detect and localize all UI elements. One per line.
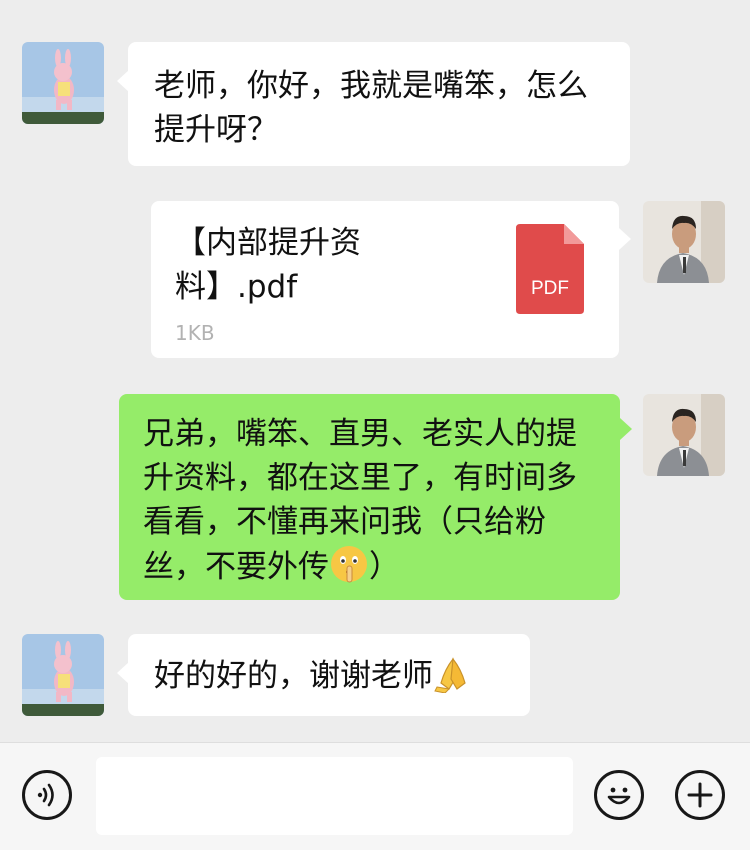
message-bubble-incoming[interactable]: 好的好的，谢谢老师 (128, 634, 530, 716)
file-message-card[interactable]: 【内部提升资料】.pdf 1KB PDF (151, 201, 619, 358)
pdf-badge-label: PDF (531, 278, 569, 299)
message-text-end: ） (369, 549, 400, 585)
shushing-face-emoji-icon (329, 544, 369, 584)
chat-input-bar (0, 742, 750, 850)
emoji-icon[interactable] (594, 770, 644, 820)
voice-icon[interactable] (22, 770, 72, 820)
bubble-tail (619, 228, 631, 250)
bubble-tail (620, 418, 632, 440)
contact-avatar[interactable] (22, 634, 104, 716)
self-avatar[interactable] (643, 394, 725, 476)
contact-avatar[interactable] (22, 42, 104, 124)
plus-icon[interactable] (675, 770, 725, 820)
folded-hands-emoji-icon (433, 653, 473, 693)
self-avatar[interactable] (643, 201, 725, 283)
file-name: 【内部提升资料】.pdf (175, 225, 361, 305)
message-bubble-outgoing[interactable]: 兄弟，嘴笨、直男、老实人的提升资料，都在这里了，有时间多看看，不懂再来问我（只给… (119, 394, 620, 600)
message-text: 老师，你好，我就是嘴笨，怎么提升呀？ (154, 68, 588, 148)
message-text: 好的好的，谢谢老师 (154, 658, 433, 694)
pdf-file-icon: PDF (516, 224, 584, 314)
message-input[interactable] (96, 757, 573, 835)
file-size: 1KB (175, 321, 215, 345)
message-bubble-incoming[interactable]: 老师，你好，我就是嘴笨，怎么提升呀？ (128, 42, 630, 166)
